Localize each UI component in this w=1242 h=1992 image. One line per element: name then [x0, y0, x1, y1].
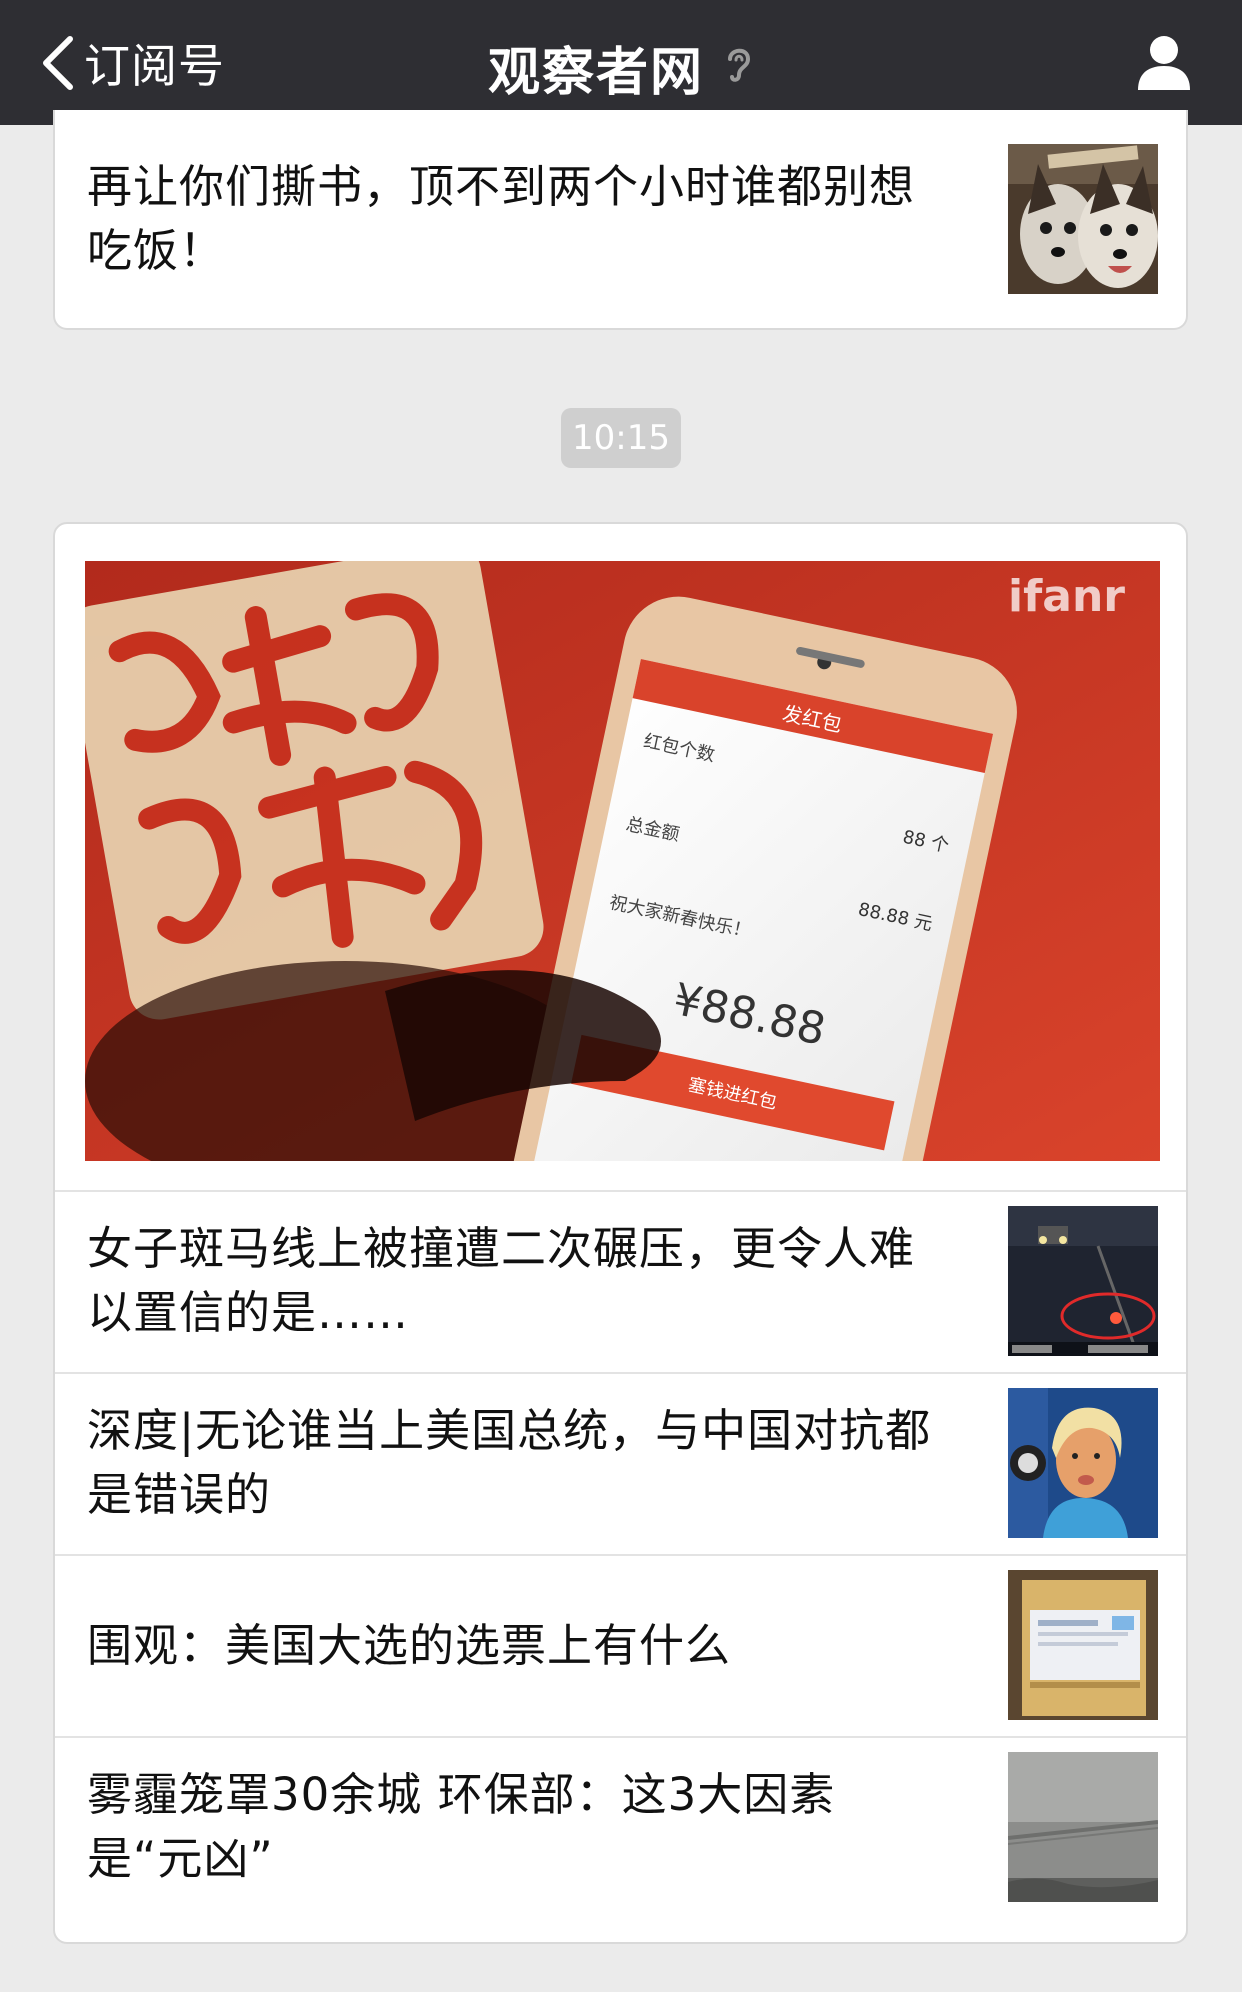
article-title: 深度|无论谁当上美国总统，与中国对抗都是错误的 [87, 1404, 932, 1521]
top-nav-bar: 订阅号 观察者网 [0, 0, 1242, 125]
article-thumbnail-ballot [1008, 1570, 1158, 1720]
list-item[interactable]: 女子斑马线上被撞遭二次碾压，更令人难以置信的是…… [55, 1192, 1186, 1374]
list-item[interactable]: 深度|无论谁当上美国总统，与中国对抗都是错误的 [55, 1374, 1186, 1556]
article-title: 女子斑马线上被撞遭二次碾压，更令人难以置信的是…… [87, 1222, 916, 1339]
cover-watermark: ifanr [1008, 571, 1125, 622]
ear-icon [724, 38, 754, 98]
timestamp-badge: 10:15 [561, 408, 681, 468]
list-item[interactable]: 围观：美国大选的选票上有什么 [55, 1556, 1186, 1738]
article-thumbnail-politician [1008, 1388, 1158, 1538]
article-title: 围观：美国大选的选票上有什么 [87, 1619, 732, 1672]
article-card-previous[interactable]: 再让你们撕书，顶不到两个小时谁都别想吃饭！ [53, 110, 1188, 330]
article-title: 雾霾笼罩30余城 环保部：这3大因素是“元凶” [87, 1768, 836, 1885]
profile-button[interactable] [1134, 32, 1194, 92]
cover-image[interactable]: 发红包 红包个数 88 个 总金额 88.88 元 祝大家新春快乐！ ¥88.8… [85, 561, 1160, 1161]
page-title: 观察者网 [487, 43, 704, 103]
page-title-wrap: 观察者网 [0, 30, 1242, 105]
article-card-group: 发红包 红包个数 88 个 总金额 88.88 元 祝大家新春快乐！ ¥88.8… [53, 522, 1188, 1944]
seal-stamp-shape [85, 561, 544, 1020]
list-item[interactable]: 再让你们撕书，顶不到两个小时谁都别想吃饭！ [55, 110, 1186, 294]
user-icon [1134, 36, 1194, 96]
article-thumbnail-huskies [1008, 144, 1158, 294]
article-thumbnail-crosswalk [1008, 1206, 1158, 1356]
list-item[interactable]: 雾霾笼罩30余城 环保部：这3大因素是“元凶” [55, 1738, 1186, 1920]
article-thumbnail-smog [1008, 1752, 1158, 1902]
article-title: 再让你们撕书，顶不到两个小时谁都别想吃饭！ [87, 160, 916, 277]
